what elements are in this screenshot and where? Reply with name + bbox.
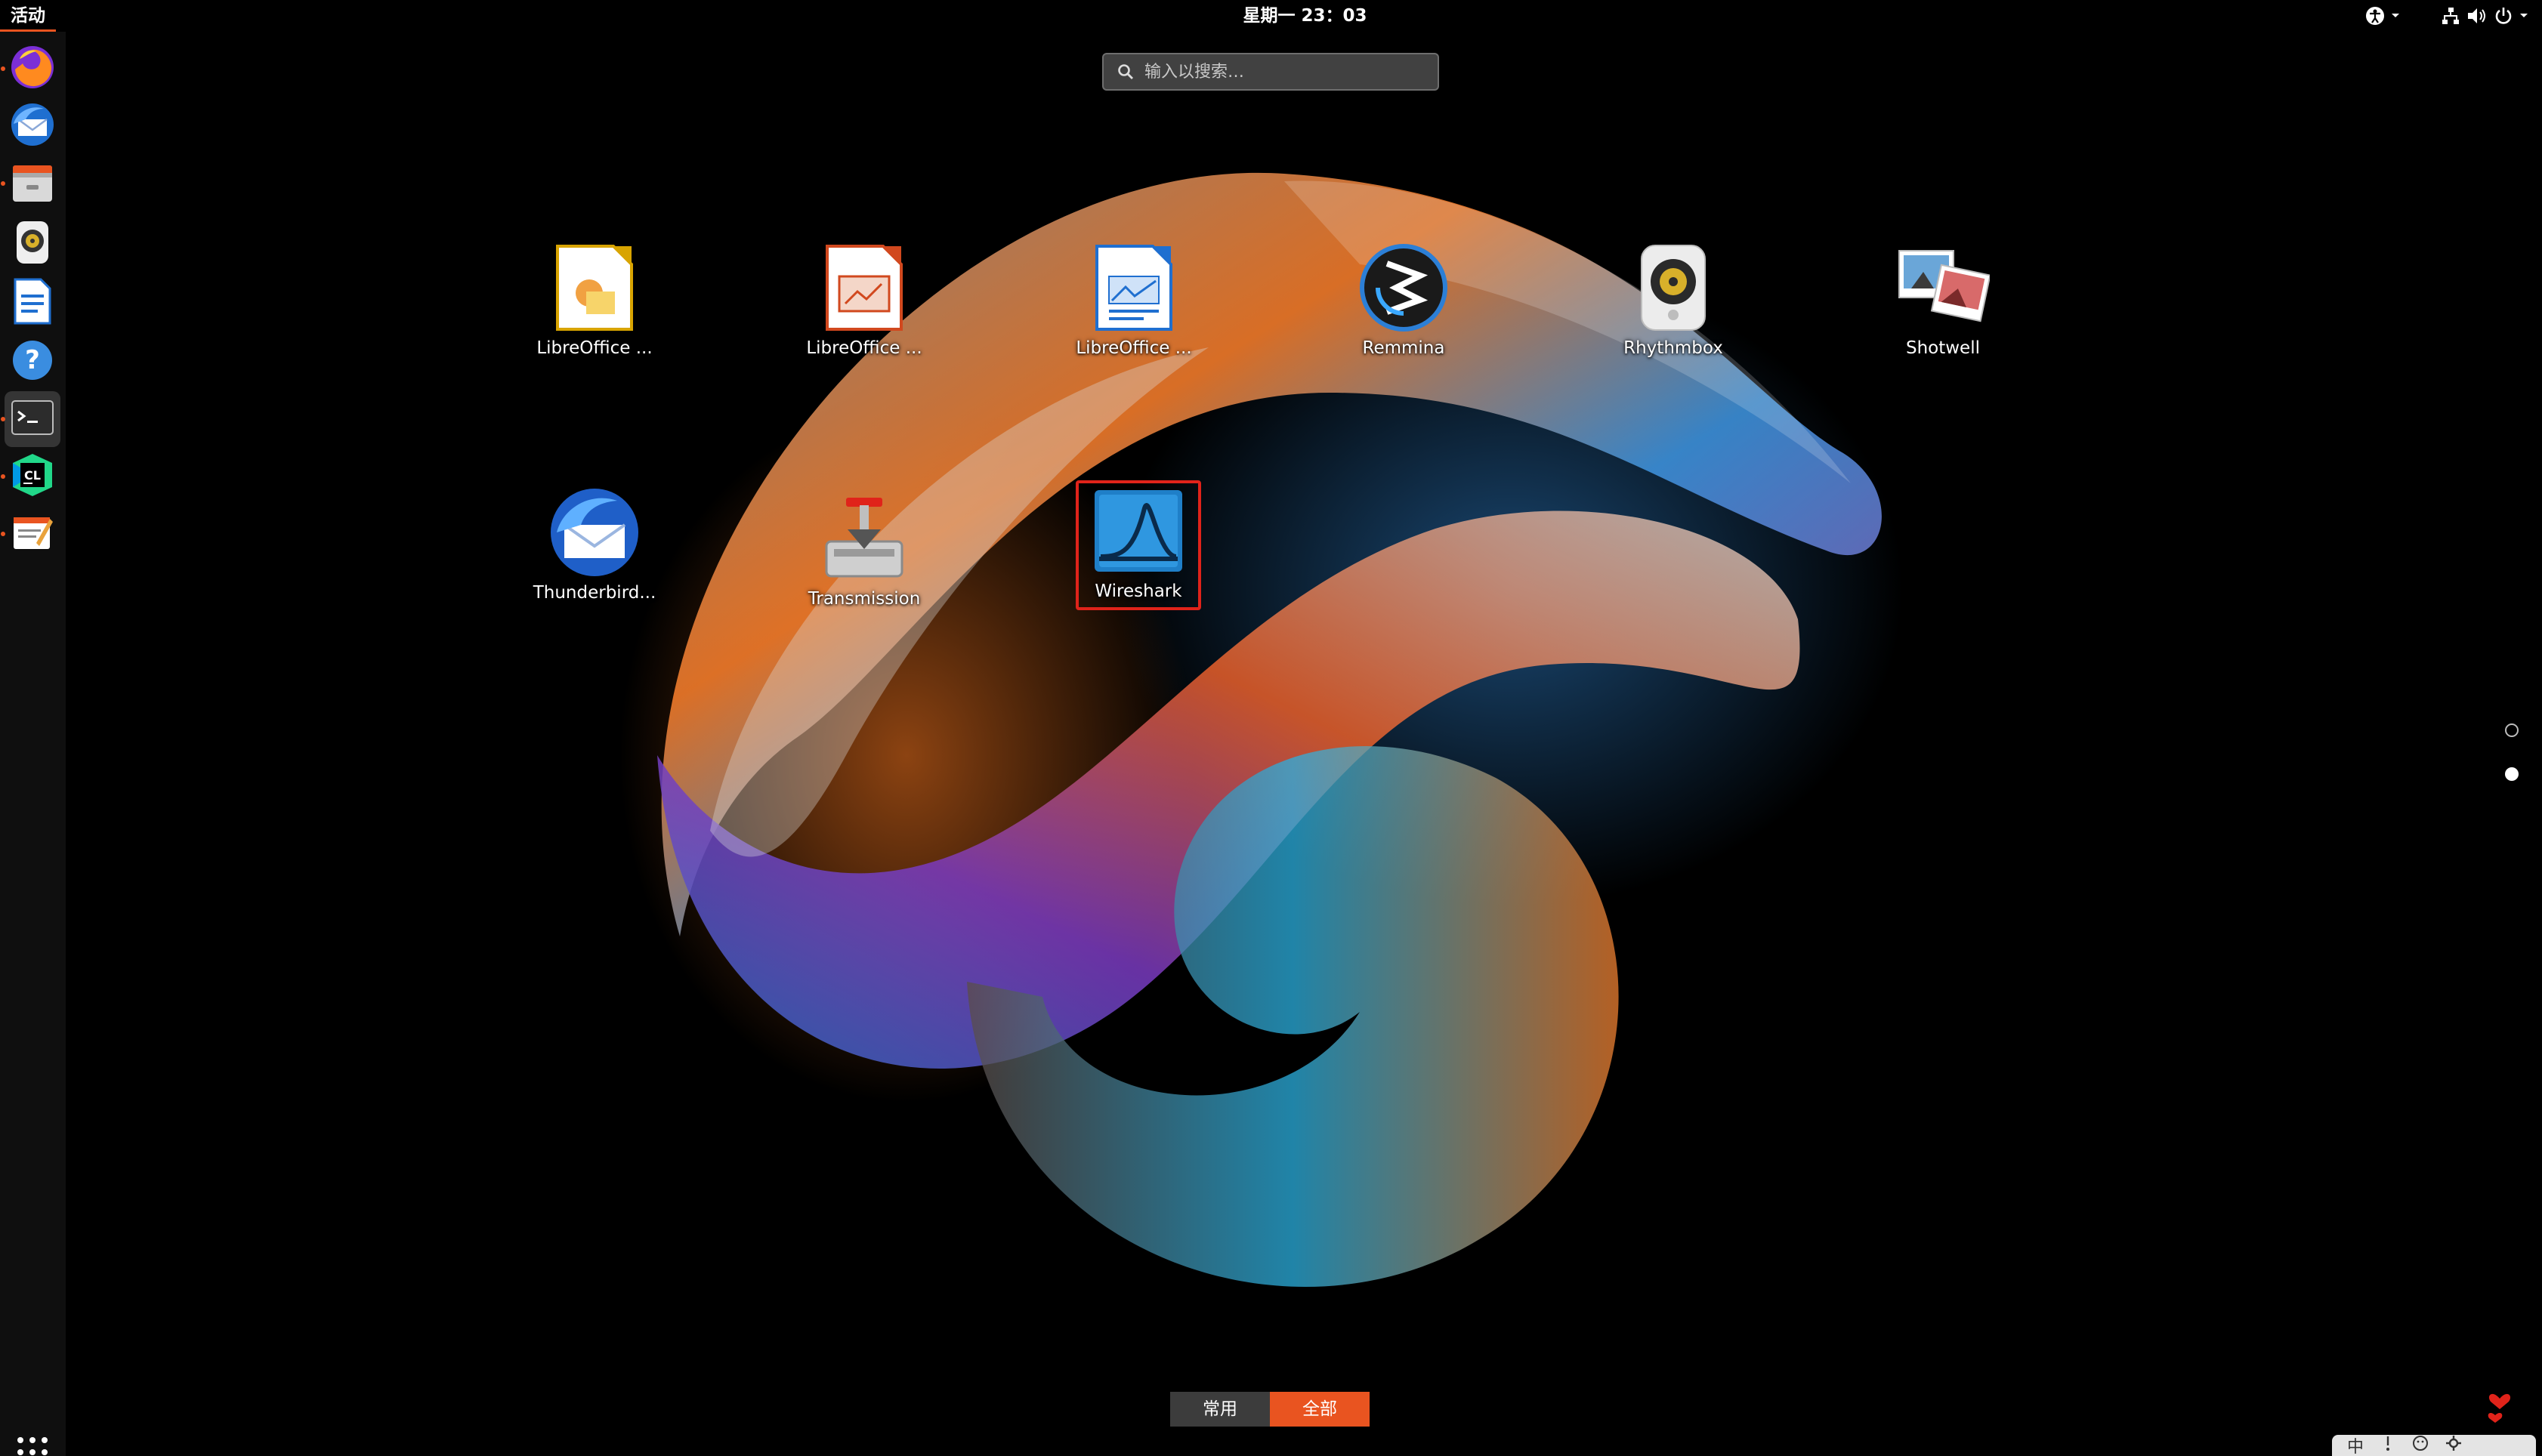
- wireshark-icon: [1091, 483, 1186, 578]
- power-icon: [2494, 6, 2513, 26]
- writer-icon: [12, 278, 53, 328]
- app-label: Rhythmbox: [1623, 338, 1723, 358]
- page-indicator-2[interactable]: [2505, 767, 2519, 781]
- help-icon: ?: [11, 338, 54, 385]
- wallpaper: [619, 172, 1904, 1287]
- search-input[interactable]: [1143, 61, 1438, 82]
- show-applications-button[interactable]: [5, 1426, 60, 1456]
- emoji-icon: [2412, 1435, 2429, 1456]
- app-label: Thunderbird...: [533, 583, 656, 603]
- app-remmina[interactable]: Remmina: [1309, 240, 1498, 376]
- accessibility-icon: [2365, 6, 2385, 26]
- app-label: LibreOffice ...: [536, 338, 653, 358]
- desktop-screen: 活动 星期一 23：03 ? CL 输入以搜索… LibreOffice ...…: [0, 0, 2542, 1456]
- tab-all[interactable]: 全部: [1270, 1392, 1370, 1427]
- libreoffice-draw-icon: [547, 240, 642, 335]
- thunderbird-icon: [547, 485, 642, 580]
- transmission-icon: [817, 491, 912, 586]
- app-label: Remmina: [1362, 338, 1445, 358]
- dock-help[interactable]: ?: [5, 334, 60, 390]
- firefox-icon: [9, 44, 56, 94]
- app-label: Shotwell: [1905, 338, 1980, 358]
- svg-text:CL: CL: [24, 468, 41, 483]
- app-label: LibreOffice ...: [806, 338, 922, 358]
- app-label: Wireshark: [1095, 581, 1182, 601]
- app-label: LibreOffice ...: [1076, 338, 1192, 358]
- system-tray: [2365, 0, 2528, 32]
- shotwell-icon: [1895, 240, 1991, 335]
- app-shotwell[interactable]: Shotwell: [1849, 240, 2037, 376]
- grid-icon: [16, 1436, 49, 1456]
- ime-language[interactable]: 中: [2347, 1433, 2364, 1456]
- dock-clion[interactable]: CL: [5, 449, 60, 504]
- dock-files[interactable]: [5, 157, 60, 213]
- running-indicator: [1, 417, 5, 421]
- terminal-icon: [11, 399, 54, 439]
- thunderbird-icon: [9, 101, 56, 151]
- app-wireshark[interactable]: Wireshark: [1076, 480, 1201, 610]
- search-box[interactable]: [1102, 53, 1439, 91]
- app-thunderbird[interactable]: Thunderbird...: [500, 485, 689, 621]
- app-libreoffice-writer[interactable]: LibreOffice ...: [1039, 240, 1228, 376]
- running-indicator: [1, 532, 5, 536]
- dock-thunderbird[interactable]: [5, 98, 60, 154]
- dock-terminal[interactable]: [5, 391, 60, 447]
- accessibility-menu[interactable]: [2365, 0, 2400, 32]
- libreoffice-impress-icon: [817, 240, 912, 335]
- remmina-icon: [1356, 240, 1451, 335]
- dock-rhythmbox[interactable]: [5, 216, 60, 272]
- text-editor-icon: [11, 513, 54, 555]
- chevron-down-icon: [2519, 13, 2528, 19]
- running-indicator: [1, 66, 5, 71]
- dock-firefox[interactable]: [5, 41, 60, 97]
- punctuation-icon: [2380, 1435, 2395, 1456]
- heart-sticker-icon: [2485, 1385, 2515, 1433]
- running-indicator: [1, 181, 5, 186]
- running-indicator: [1, 474, 5, 479]
- app-rhythmbox[interactable]: Rhythmbox: [1579, 240, 1768, 376]
- search-icon: [1117, 63, 1134, 80]
- status-menu[interactable]: [2441, 0, 2528, 32]
- tab-frequent[interactable]: 常用: [1170, 1392, 1270, 1427]
- dock-writer[interactable]: [5, 275, 60, 331]
- app-libreoffice-impress[interactable]: LibreOffice ...: [770, 240, 959, 376]
- dock: ? CL: [0, 32, 66, 1456]
- volume-icon: [2466, 6, 2488, 26]
- files-icon: [10, 162, 55, 208]
- dock-text-editor[interactable]: [5, 506, 60, 562]
- rhythmbox-icon: [1626, 240, 1721, 335]
- top-bar: 活动 星期一 23：03: [0, 0, 2542, 32]
- view-switcher: 常用 全部: [1170, 1392, 1370, 1427]
- page-indicator-1[interactable]: [2505, 723, 2519, 737]
- app-libreoffice-draw[interactable]: LibreOffice ...: [500, 240, 689, 376]
- rhythmbox-icon: [14, 220, 51, 268]
- settings-icon: [2445, 1435, 2462, 1456]
- app-transmission[interactable]: Transmission: [770, 491, 959, 627]
- svg-text:?: ?: [25, 345, 40, 375]
- clion-icon: CL: [10, 452, 55, 501]
- chevron-down-icon: [2391, 13, 2400, 19]
- libreoffice-writer-icon: [1086, 240, 1181, 335]
- network-icon: [2441, 6, 2460, 26]
- clock[interactable]: 星期一 23：03: [0, 0, 2542, 32]
- input-method-tray[interactable]: 中: [2332, 1435, 2536, 1456]
- app-label: Transmission: [808, 589, 921, 609]
